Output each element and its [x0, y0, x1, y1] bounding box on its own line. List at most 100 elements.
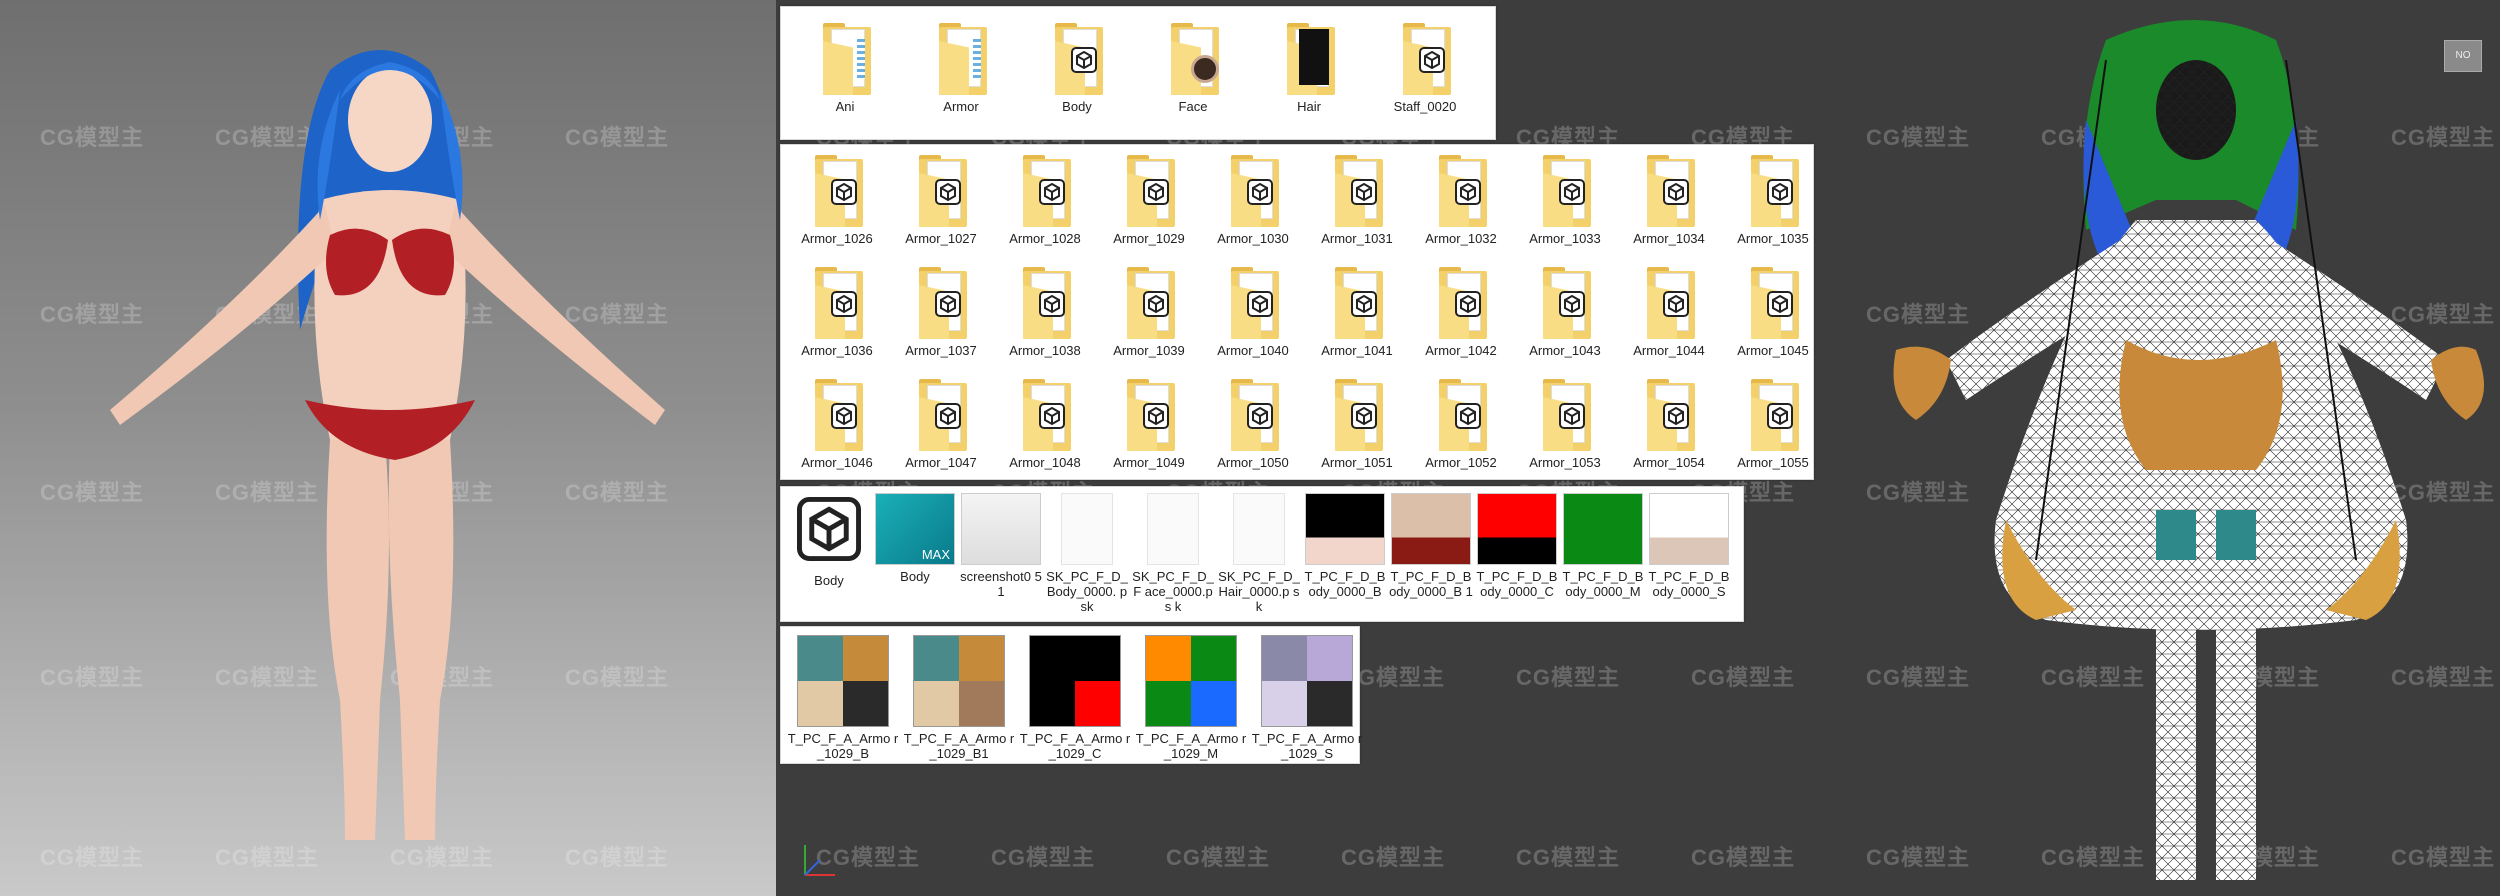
file-item-label: Armor_1048: [1009, 455, 1081, 470]
file-item-label: Armor_1029: [1113, 231, 1185, 246]
model-folder-icon: [1537, 151, 1593, 229]
file-item[interactable]: Hair: [1259, 19, 1359, 114]
model-folder-icon: [1641, 375, 1697, 453]
file-item-label: Armor_1031: [1321, 231, 1393, 246]
file-item[interactable]: Armor_1042: [1411, 263, 1511, 358]
file-item[interactable]: Armor_1054: [1619, 375, 1719, 470]
file-item[interactable]: Armor_1030: [1203, 151, 1303, 246]
file-item[interactable]: Body: [1027, 19, 1127, 114]
file-item-label: Armor_1026: [801, 231, 873, 246]
character-shaded-model: [110, 50, 665, 840]
file-item[interactable]: Body: [787, 493, 871, 588]
file-item[interactable]: T_PC_F_D_B ody_0000_B: [1303, 493, 1387, 599]
file-item[interactable]: Armor_1028: [995, 151, 1095, 246]
file-item-label: Armor_1045: [1737, 343, 1809, 358]
file-item[interactable]: Armor_1040: [1203, 263, 1303, 358]
file-item[interactable]: T_PC_F_D_B ody_0000_B 1: [1389, 493, 1473, 599]
model-folder-icon: [1537, 263, 1593, 341]
model-folder-icon: [1745, 151, 1801, 229]
file-item[interactable]: SK_PC_F_D_ Hair_0000.p sk: [1217, 493, 1301, 614]
file-item-label: Armor_1033: [1529, 231, 1601, 246]
file-item[interactable]: Armor_1053: [1515, 375, 1615, 470]
face-folder-icon: [1165, 19, 1221, 97]
file-item[interactable]: Armor_1048: [995, 375, 1095, 470]
texture-thumbnail-icon: [1145, 635, 1237, 727]
model-folder-icon: [913, 263, 969, 341]
file-item[interactable]: Armor_1047: [891, 375, 991, 470]
model-folder-icon: [1225, 263, 1281, 341]
3dsmax-file-icon: MAX: [875, 493, 955, 565]
file-item[interactable]: Armor_1034: [1619, 151, 1719, 246]
file-item[interactable]: Armor_1037: [891, 263, 991, 358]
file-item[interactable]: MAX Body: [873, 493, 957, 584]
hair-folder-icon: [1281, 19, 1337, 97]
file-item[interactable]: Armor_1049: [1099, 375, 1199, 470]
axis-gizmo-icon: [804, 845, 835, 876]
file-item[interactable]: Armor_1041: [1307, 263, 1407, 358]
file-item-label: Armor_1034: [1633, 231, 1705, 246]
file-item-label: Hair: [1297, 99, 1321, 114]
file-item[interactable]: T_PC_F_A_Armo r_1029_C: [1019, 635, 1131, 761]
file-item[interactable]: T_PC_F_A_Armo r_1029_B: [787, 635, 899, 761]
file-item[interactable]: SK_PC_F_D_F ace_0000.ps k: [1131, 493, 1215, 614]
file-item[interactable]: Ani: [795, 19, 895, 114]
file-item[interactable]: SK_PC_F_D_ Body_0000. psk: [1045, 493, 1129, 614]
file-item[interactable]: Armor_1032: [1411, 151, 1511, 246]
file-item[interactable]: Armor_1051: [1307, 375, 1407, 470]
texture-thumbnail-icon: [1305, 493, 1385, 565]
file-item[interactable]: Armor_1027: [891, 151, 991, 246]
file-item-label: Face: [1178, 99, 1208, 114]
model-folder-icon: [1397, 19, 1453, 97]
model-folder-icon: [1433, 151, 1489, 229]
file-item[interactable]: Armor_1031: [1307, 151, 1407, 246]
file-item[interactable]: T_PC_F_A_Armo r_1029_B1: [903, 635, 1015, 761]
file-item[interactable]: Armor_1055: [1723, 375, 1823, 470]
file-item[interactable]: Armor_1036: [787, 263, 887, 358]
file-item[interactable]: Armor_1038: [995, 263, 1095, 358]
file-item-label: Armor_1028: [1009, 231, 1081, 246]
model-folder-icon: [1225, 375, 1281, 453]
file-item-label: Staff_0020: [1393, 99, 1457, 114]
texture-thumbnail-icon: [913, 635, 1005, 727]
file-item[interactable]: Armor_1039: [1099, 263, 1199, 358]
file-item-label: SK_PC_F_D_ Hair_0000.p sk: [1218, 569, 1300, 614]
file-item-label: T_PC_F_D_B ody_0000_C: [1476, 569, 1558, 599]
file-item[interactable]: Armor_1033: [1515, 151, 1615, 246]
shaded-viewport[interactable]: CG模型主 CG模型主 CG模型主 CG模型主 CG模型主 CG模型主 CG模型主 CG模型主…: [0, 0, 776, 896]
file-item[interactable]: Staff_0020: [1375, 19, 1475, 114]
file-item-label: Armor_1051: [1321, 455, 1393, 470]
file-item[interactable]: T_PC_F_D_B ody_0000_C: [1475, 493, 1559, 599]
file-item-label: T_PC_F_A_Armo r_1029_B1: [903, 731, 1015, 761]
model-folder-icon: [809, 151, 865, 229]
file-item[interactable]: Armor_1026: [787, 151, 887, 246]
file-item[interactable]: Armor_1046: [787, 375, 887, 470]
file-item[interactable]: Face: [1143, 19, 1243, 114]
file-item[interactable]: Armor_1050: [1203, 375, 1303, 470]
viewport-cube-icon[interactable]: NO: [2444, 40, 2482, 72]
file-item[interactable]: T_PC_F_A_Armo r_1029_S: [1251, 635, 1363, 761]
file-item-label: Armor_1042: [1425, 343, 1497, 358]
model-folder-icon: [1121, 263, 1177, 341]
file-item-label: Armor_1035: [1737, 231, 1809, 246]
model-folder-icon: [1329, 375, 1385, 453]
file-item-label: Armor_1046: [801, 455, 873, 470]
file-item-label: T_PC_F_A_Armo r_1029_B: [787, 731, 899, 761]
file-item[interactable]: Armor_1035: [1723, 151, 1823, 246]
file-item[interactable]: T_PC_F_A_Armo r_1029_M: [1135, 635, 1247, 761]
file-item[interactable]: Armor_1045: [1723, 263, 1823, 358]
model-folder-icon: [1017, 263, 1073, 341]
file-item[interactable]: screenshot0 51: [959, 493, 1043, 599]
file-item[interactable]: T_PC_F_D_B ody_0000_S: [1647, 493, 1731, 599]
model-folder-icon: [1329, 151, 1385, 229]
file-item[interactable]: Armor: [911, 19, 1011, 114]
model-folder-icon: [1017, 151, 1073, 229]
armor-texture-panel: T_PC_F_A_Armo r_1029_B T_PC_F_A_Armo r_10…: [780, 626, 1363, 764]
file-item[interactable]: Armor_1043: [1515, 263, 1615, 358]
file-item[interactable]: T_PC_F_D_B ody_0000_M: [1561, 493, 1645, 599]
file-item-label: Armor_1052: [1425, 455, 1497, 470]
file-item[interactable]: Armor_1044: [1619, 263, 1719, 358]
file-item[interactable]: Armor_1029: [1099, 151, 1199, 246]
file-item[interactable]: Armor_1052: [1411, 375, 1511, 470]
folder-panel-top: Ani Armor Body Face Hair Staff_0020: [780, 6, 1496, 140]
file-item-label: Armor_1038: [1009, 343, 1081, 358]
